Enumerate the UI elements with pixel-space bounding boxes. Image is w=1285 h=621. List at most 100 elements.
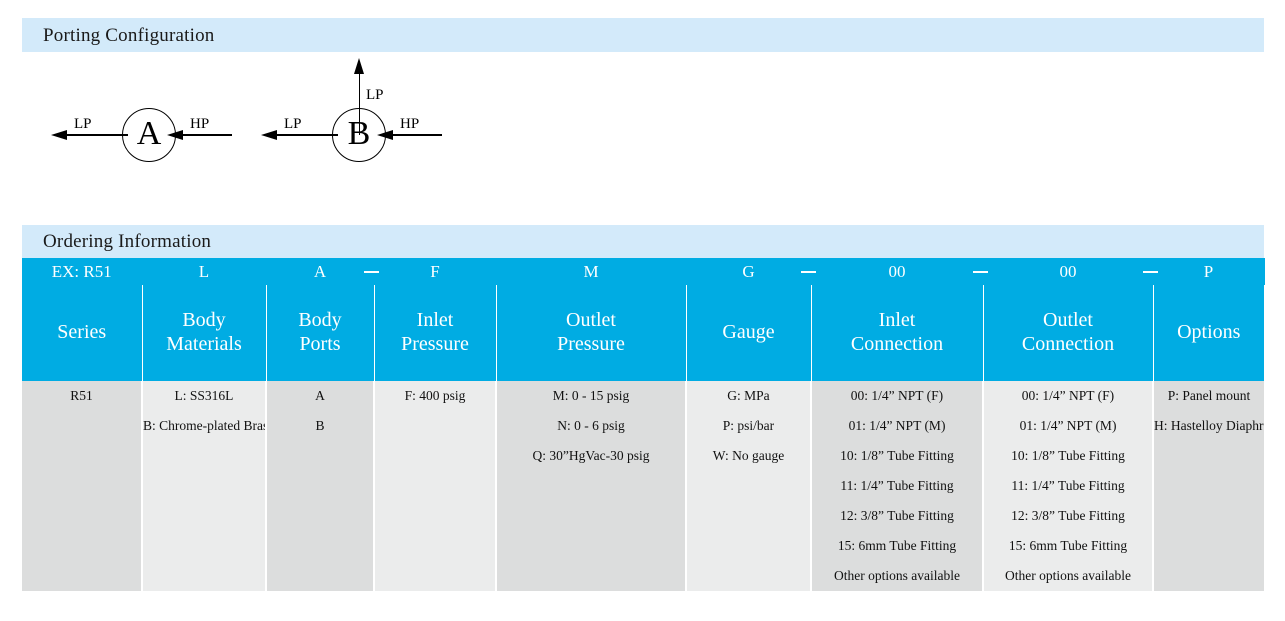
cell-body-materials [142, 441, 267, 471]
example-outlet-connection: 00 [972, 258, 1154, 285]
cell-body-materials [142, 531, 267, 561]
cell-inlet-pressure [374, 501, 497, 531]
cell-gauge [686, 531, 812, 561]
cell-gauge: G: MPa [686, 381, 812, 411]
cell-outlet-pressure [496, 561, 687, 591]
example-inlet-connection: 00 [800, 258, 984, 285]
arrowhead-b-top [353, 58, 364, 74]
cell-series [22, 531, 143, 561]
cell-inlet-connection: 11: 1/4” Tube Fitting [811, 471, 984, 501]
cell-inlet-pressure [374, 531, 497, 561]
porting-configuration-title: Porting Configuration [43, 24, 215, 46]
column-header-outlet-pressure-line2: Pressure [557, 333, 625, 355]
cell-outlet-connection: 12: 3/8” Tube Fitting [983, 501, 1154, 531]
cell-body-ports: B [266, 411, 375, 441]
column-header-outlet-connection-line2: Connection [1021, 333, 1115, 355]
cell-options: H: Hastelloy Diaphragm [1153, 411, 1264, 441]
cell-gauge [686, 561, 812, 591]
ordering-table-header-row: Series Body Materials Body Ports Inlet P… [22, 285, 1264, 381]
cell-body-ports [266, 471, 375, 501]
column-header-body-ports-line1: Body [298, 309, 342, 332]
port-label-b-right: HP [400, 116, 420, 132]
cell-inlet-connection: 15: 6mm Tube Fitting [811, 531, 984, 561]
cell-body-materials [142, 501, 267, 531]
table-row: 15: 6mm Tube Fitting 15: 6mm Tube Fittin… [22, 531, 1264, 561]
cell-inlet-connection: Other options available [811, 561, 984, 591]
cell-outlet-connection: 00: 1/4” NPT (F) [983, 381, 1154, 411]
cell-inlet-pressure [374, 561, 497, 591]
port-label-a-left: LP [74, 116, 92, 132]
cell-outlet-pressure [496, 531, 687, 561]
column-header-inlet-connection-line1: Inlet [878, 309, 916, 332]
cell-outlet-pressure: Q: 30”HgVac-30 psig [496, 441, 687, 471]
cell-series [22, 501, 143, 531]
cell-options [1153, 441, 1264, 471]
table-row: Q: 30”HgVac-30 psig W: No gauge 10: 1/8”… [22, 441, 1264, 471]
ordering-information-title: Ordering Information [43, 231, 212, 252]
cell-outlet-pressure [496, 501, 687, 531]
cell-inlet-pressure [374, 471, 497, 501]
cell-gauge: P: psi/bar [686, 411, 812, 441]
column-header-options: Options [1153, 285, 1264, 381]
cell-series [22, 411, 143, 441]
cell-inlet-connection: 01: 1/4” NPT (M) [811, 411, 984, 441]
port-label-b-left: LP [284, 116, 302, 132]
arrowhead-a-left [51, 129, 67, 140]
column-header-body-materials-line2: Materials [166, 333, 242, 355]
table-row: R51 L: SS316L A F: 400 psig M: 0 - 15 ps… [22, 381, 1264, 411]
column-header-inlet-pressure: Inlet Pressure [374, 285, 497, 381]
example-inlet-pressure: F [363, 258, 497, 285]
table-row: B: Chrome-plated Brass B N: 0 - 6 psig P… [22, 411, 1264, 441]
column-header-outlet-pressure: Outlet Pressure [496, 285, 687, 381]
column-header-outlet-connection: Outlet Connection [983, 285, 1154, 381]
cell-series: R51 [22, 381, 143, 411]
cell-inlet-pressure: F: 400 psig [374, 381, 497, 411]
example-options: P [1142, 258, 1265, 285]
cell-body-ports [266, 501, 375, 531]
cell-inlet-connection: 00: 1/4” NPT (F) [811, 381, 984, 411]
cell-gauge: W: No gauge [686, 441, 812, 471]
cell-outlet-connection: 15: 6mm Tube Fitting [983, 531, 1154, 561]
cell-body-materials: B: Chrome-plated Brass [142, 411, 267, 441]
port-shaft-a-left [66, 134, 128, 136]
cell-outlet-connection: 11: 1/4” Tube Fitting [983, 471, 1154, 501]
cell-gauge [686, 501, 812, 531]
column-header-body-materials: Body Materials [142, 285, 267, 381]
cell-options [1153, 531, 1264, 561]
cell-inlet-pressure [374, 411, 497, 441]
cell-options [1153, 471, 1264, 501]
cell-outlet-pressure: N: 0 - 6 psig [496, 411, 687, 441]
cell-body-materials [142, 561, 267, 591]
example-body-materials: L [142, 258, 267, 285]
cell-series [22, 561, 143, 591]
ordering-information-header: Ordering Information [22, 225, 1264, 258]
cell-body-ports [266, 441, 375, 471]
port-shaft-b-top [358, 73, 360, 135]
cell-outlet-connection: 10: 1/8” Tube Fitting [983, 441, 1154, 471]
column-header-options-line1: Options [1177, 321, 1241, 344]
cell-options [1153, 561, 1264, 591]
example-body-ports: A [266, 258, 375, 285]
cell-body-materials [142, 471, 267, 501]
column-header-gauge: Gauge [686, 285, 812, 381]
valve-body-a-label: A [136, 115, 162, 152]
cell-outlet-pressure: M: 0 - 15 psig [496, 381, 687, 411]
port-label-a-right: HP [190, 116, 210, 132]
column-header-gauge-line1: Gauge [722, 321, 775, 344]
example-series: EX: R51 [22, 258, 143, 285]
column-header-body-ports-line2: Ports [299, 333, 341, 355]
column-header-body-materials-line1: Body [182, 309, 226, 332]
table-row: 11: 1/4” Tube Fitting 11: 1/4” Tube Fitt… [22, 471, 1264, 501]
cell-outlet-connection: Other options available [983, 561, 1154, 591]
cell-inlet-connection: 12: 3/8” Tube Fitting [811, 501, 984, 531]
column-header-inlet-pressure-line2: Pressure [401, 333, 469, 355]
arrowhead-b-right [377, 129, 393, 140]
cell-body-ports [266, 561, 375, 591]
column-header-outlet-connection-line1: Outlet [1043, 309, 1093, 332]
cell-body-ports: A [266, 381, 375, 411]
porting-configuration-header: Porting Configuration [22, 18, 1264, 52]
cell-inlet-connection: 10: 1/8” Tube Fitting [811, 441, 984, 471]
example-gauge: G [686, 258, 812, 285]
port-shaft-b-left [276, 134, 338, 136]
table-row: 12: 3/8” Tube Fitting 12: 3/8” Tube Fitt… [22, 501, 1264, 531]
